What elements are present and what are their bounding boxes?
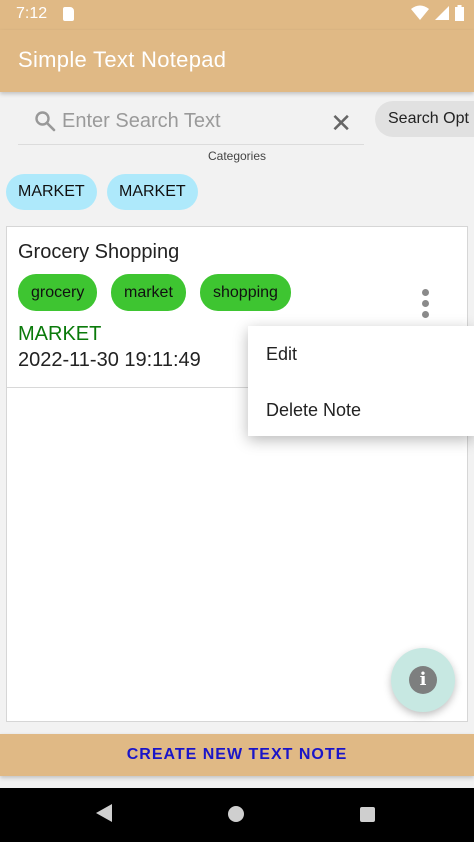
tag-chip: shopping xyxy=(200,274,291,311)
note-date: 2022-11-30 19:11:49 xyxy=(18,349,201,371)
note-title: Grocery Shopping xyxy=(18,241,180,263)
search-bar[interactable]: Enter Search Text ✕ xyxy=(18,100,364,145)
app-title: Simple Text Notepad xyxy=(18,47,227,72)
search-input[interactable]: Enter Search Text xyxy=(62,110,221,133)
info-button[interactable]: i xyxy=(391,648,455,712)
note-list: Grocery Shopping grocery market shopping… xyxy=(6,226,468,722)
search-icon xyxy=(35,111,56,132)
app-bar: Simple Text Notepad xyxy=(0,30,474,92)
tag-chip: market xyxy=(111,274,186,311)
back-icon[interactable] xyxy=(96,804,112,822)
status-icons xyxy=(411,5,464,21)
battery-icon xyxy=(455,5,464,21)
note-category: MARKET xyxy=(18,323,102,345)
home-icon[interactable] xyxy=(228,806,244,822)
system-nav-bar xyxy=(0,788,474,842)
categories-label: Categories xyxy=(207,149,267,163)
close-icon[interactable]: ✕ xyxy=(330,108,352,139)
status-bar: 7:12 xyxy=(0,0,474,30)
info-icon: i xyxy=(409,666,437,694)
context-menu: Edit Delete Note xyxy=(248,326,474,436)
tag-chip: grocery xyxy=(18,274,98,311)
menu-item-delete-note[interactable]: Delete Note xyxy=(266,400,361,421)
create-note-button[interactable]: CREATE NEW TEXT NOTE xyxy=(0,734,474,776)
recents-icon[interactable] xyxy=(360,807,375,822)
sd-card-icon xyxy=(63,7,74,21)
signal-icon xyxy=(435,6,449,20)
status-time: 7:12 xyxy=(16,5,48,22)
more-vert-icon[interactable] xyxy=(419,289,431,321)
menu-item-edit[interactable]: Edit xyxy=(266,344,297,365)
category-chip[interactable]: MARKET xyxy=(6,174,97,210)
wifi-icon xyxy=(411,5,429,20)
category-chip[interactable]: MARKET xyxy=(107,174,198,210)
search-options-button[interactable]: Search Opt xyxy=(375,101,474,137)
